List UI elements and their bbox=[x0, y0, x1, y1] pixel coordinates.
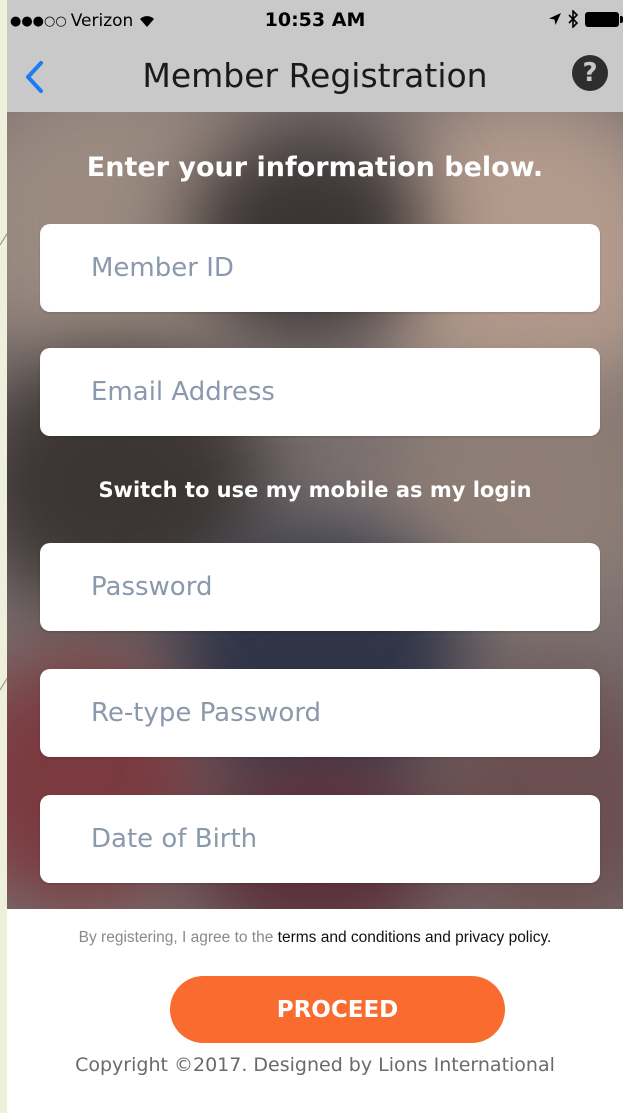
retype-password-input[interactable] bbox=[40, 669, 571, 757]
email-field[interactable] bbox=[40, 348, 600, 436]
page-title: Member Registration bbox=[142, 56, 488, 95]
status-bar: ●●●○○ Verizon 10:53 AM bbox=[7, 0, 623, 42]
terms-link[interactable]: terms and conditions and privacy policy. bbox=[278, 929, 552, 946]
password-input[interactable] bbox=[40, 543, 571, 631]
battery-icon bbox=[585, 11, 623, 27]
location-arrow-icon bbox=[549, 13, 561, 25]
status-bar-right bbox=[548, 10, 623, 28]
terms-notice: By registering, I agree to the terms and… bbox=[7, 929, 623, 947]
status-time: 10:53 AM bbox=[264, 9, 366, 31]
member-id-field[interactable] bbox=[40, 224, 600, 312]
navigation-bar: Member Registration ? bbox=[7, 42, 623, 112]
copyright-text: Copyright ©2017. Designed by Lions Inter… bbox=[75, 1054, 555, 1076]
help-button[interactable]: ? bbox=[572, 55, 608, 91]
registration-form-area: Enter your information below. Switch to … bbox=[7, 112, 623, 909]
date-of-birth-field[interactable] bbox=[40, 795, 600, 883]
terms-prefix: By registering, I agree to the bbox=[78, 929, 274, 946]
date-of-birth-input[interactable] bbox=[40, 795, 571, 883]
bluetooth-icon bbox=[568, 10, 579, 28]
proceed-button[interactable]: PROCEED bbox=[170, 976, 505, 1043]
question-circle-icon: ? bbox=[582, 58, 598, 88]
switch-mobile-login-link[interactable]: Switch to use my mobile as my login bbox=[7, 478, 623, 502]
retype-password-field[interactable] bbox=[40, 669, 600, 757]
email-input[interactable] bbox=[40, 348, 571, 436]
form-heading: Enter your information below. bbox=[86, 152, 544, 183]
password-field[interactable] bbox=[40, 543, 600, 631]
phone-screen: ●●●○○ Verizon 10:53 AM Member Registrati… bbox=[7, 0, 623, 1113]
member-id-input[interactable] bbox=[40, 224, 571, 312]
